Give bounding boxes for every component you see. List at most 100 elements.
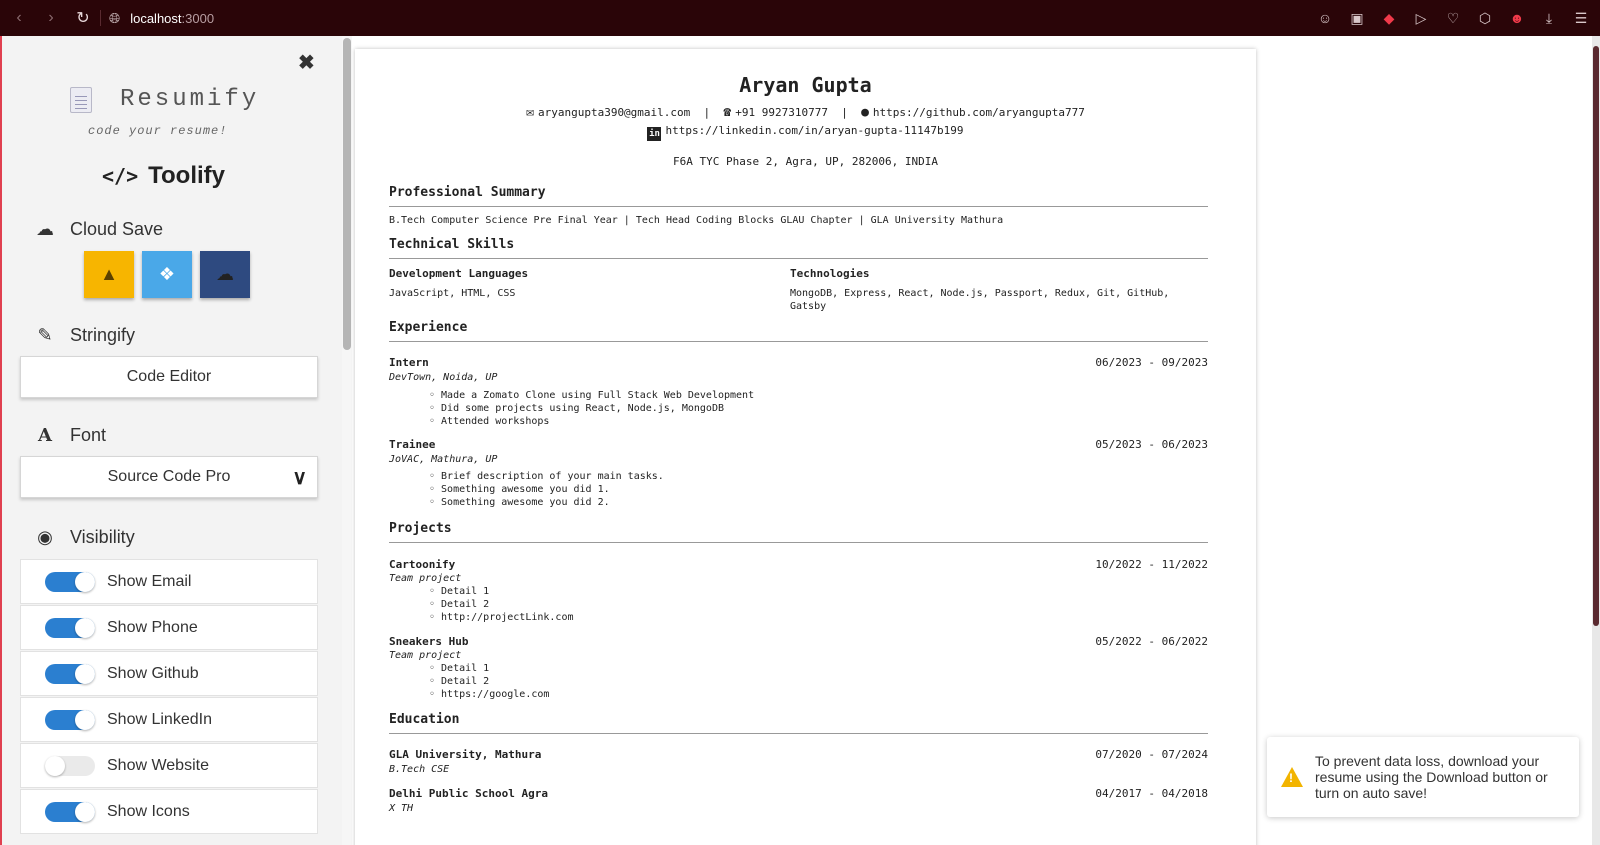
emoji-icon[interactable]: ☺ bbox=[1316, 10, 1334, 26]
heart-icon[interactable]: ♡ bbox=[1444, 10, 1462, 27]
page-scrollbar-thumb[interactable] bbox=[1593, 46, 1599, 626]
show-github-toggle[interactable] bbox=[45, 663, 95, 684]
menu-icon[interactable]: ☰ bbox=[1572, 10, 1590, 27]
list-item: Made a Zomato Clone using Full Stack Web… bbox=[429, 389, 754, 402]
data-loss-toast[interactable]: To prevent data loss, download your resu… bbox=[1267, 737, 1579, 817]
list-item: Something awesome you did 2. bbox=[429, 496, 664, 509]
toggle-label: Show LinkedIn bbox=[107, 710, 212, 728]
tagline: code your resume! bbox=[88, 124, 228, 138]
project-name: Cartoonify bbox=[389, 558, 456, 571]
camera-icon[interactable]: ▣ bbox=[1348, 10, 1366, 27]
list-item: Detail 2 bbox=[429, 675, 549, 688]
skill-heading: Technologies bbox=[790, 267, 870, 280]
brand: Resumify bbox=[70, 86, 259, 113]
toggle-knob bbox=[75, 571, 95, 592]
section-title-skills: Technical Skills bbox=[389, 237, 1208, 259]
toggle-label: Show Email bbox=[107, 572, 192, 590]
visibility-label: Visibility bbox=[70, 527, 135, 547]
resume-name: Aryan Gupta bbox=[739, 73, 872, 97]
list-item: Something awesome you did 1. bbox=[429, 483, 664, 496]
experience-points: Made a Zomato Clone using Full Stack Web… bbox=[429, 389, 754, 428]
font-icon: A bbox=[38, 425, 52, 446]
section-title-projects: Projects bbox=[389, 521, 1208, 543]
reload-icon[interactable]: ↻ bbox=[74, 8, 92, 28]
experience-dates: 05/2023 - 06/2023 bbox=[1095, 438, 1208, 451]
show-email-toggle[interactable] bbox=[45, 571, 95, 592]
cloud-buttons: ▲ ❖ ☁ bbox=[84, 251, 250, 298]
eye-icon: ◉ bbox=[37, 527, 53, 547]
phone-icon: ☎ bbox=[723, 105, 732, 120]
project-points: Detail 1 Detail 2 http://projectLink.com bbox=[429, 585, 573, 624]
education-school: Delhi Public School Agra bbox=[389, 787, 548, 800]
profile-icon[interactable]: ☻ bbox=[1508, 10, 1526, 26]
brand-name: Resumify bbox=[120, 86, 260, 113]
browser-toolbar: ‹ › ↻ 🌐︎ localhost:3000 ☺ ▣ ◆ ▷ ♡ ⬡ ☻ ⤓ … bbox=[0, 0, 1600, 36]
font-select[interactable]: Source Code Pro ∨ bbox=[20, 456, 318, 498]
show-phone-toggle[interactable] bbox=[45, 617, 95, 638]
download-icon[interactable]: ⤓ bbox=[1540, 10, 1558, 27]
list-item[interactable]: https://google.com bbox=[429, 688, 549, 701]
cube-icon[interactable]: ⬡ bbox=[1476, 10, 1494, 27]
font-label: Font bbox=[70, 425, 107, 445]
show-icons-toggle[interactable] bbox=[45, 801, 95, 822]
globe-icon: 🌐︎ bbox=[109, 9, 121, 26]
toggle-knob bbox=[75, 663, 95, 684]
resume-email[interactable]: aryangupta390@gmail.com bbox=[538, 106, 690, 119]
code-icon: </> bbox=[102, 164, 139, 188]
resume-preview: Aryan Gupta ✉ aryangupta390@gmail.com | ☎… bbox=[355, 49, 1256, 845]
cloud-save-label: Cloud Save bbox=[70, 219, 164, 239]
list-item: Detail 1 bbox=[429, 585, 573, 598]
page-scrollbar[interactable] bbox=[1592, 36, 1600, 845]
envelope-icon: ✉ bbox=[526, 105, 534, 120]
list-item: Attended workshops bbox=[429, 415, 754, 428]
resume-linkedin[interactable]: https://linkedin.com/in/aryan-gupta-1114… bbox=[665, 124, 963, 137]
chevron-down-icon: ∨ bbox=[292, 467, 307, 489]
close-icon[interactable]: ✖ bbox=[298, 50, 315, 75]
toggle-row-icons: Show Icons bbox=[20, 789, 318, 834]
toggle-row-email: Show Email bbox=[20, 559, 318, 604]
section-title-experience: Experience bbox=[389, 320, 1208, 342]
toggle-knob bbox=[75, 709, 95, 730]
list-item[interactable]: http://projectLink.com bbox=[429, 611, 573, 624]
google-drive-button[interactable]: ▲ bbox=[84, 251, 134, 298]
warning-icon bbox=[1281, 767, 1303, 787]
scrollbar-thumb[interactable] bbox=[343, 38, 351, 350]
toggle-label: Show Phone bbox=[107, 618, 198, 636]
show-website-toggle[interactable] bbox=[45, 755, 95, 776]
cloud-button[interactable]: ☁ bbox=[200, 251, 250, 298]
edit-icon: ✎ bbox=[37, 325, 53, 345]
toggle-row-phone: Show Phone bbox=[20, 605, 318, 650]
address-bar[interactable]: localhost:3000 bbox=[130, 11, 214, 26]
project-points: Detail 1 Detail 2 https://google.com bbox=[429, 662, 549, 701]
experience-dates: 06/2023 - 09/2023 bbox=[1095, 356, 1208, 369]
experience-org: JoVAC, Mathura, UP bbox=[389, 454, 498, 465]
shield-icon[interactable]: ◆ bbox=[1380, 10, 1398, 27]
show-linkedin-toggle[interactable] bbox=[45, 709, 95, 730]
toggle-label: Show Github bbox=[107, 664, 199, 682]
resume-phone[interactable]: +91 9927310777 bbox=[735, 106, 828, 119]
education-degree: X TH bbox=[389, 803, 414, 814]
send-icon[interactable]: ▷ bbox=[1412, 10, 1430, 27]
section-title-summary: Professional Summary bbox=[389, 185, 1208, 207]
skill-heading: Development Languages bbox=[389, 267, 529, 280]
code-editor-button[interactable]: Code Editor bbox=[20, 356, 318, 398]
toggle-row-github: Show Github bbox=[20, 651, 318, 696]
sidebar-scrollbar[interactable] bbox=[342, 36, 352, 845]
toggle-knob bbox=[45, 755, 65, 776]
dropbox-icon: ❖ bbox=[158, 264, 176, 284]
sidebar: ✖ Resumify code your resume! </> Toolify… bbox=[2, 36, 342, 845]
dropbox-button[interactable]: ❖ bbox=[142, 251, 192, 298]
back-icon[interactable]: ‹ bbox=[10, 9, 28, 27]
toggle-knob bbox=[75, 617, 95, 638]
font-select-value: Source Code Pro bbox=[107, 468, 231, 485]
summary-text: B.Tech Computer Science Pre Final Year |… bbox=[389, 215, 1004, 226]
cloud-upload-icon: ☁ bbox=[36, 219, 54, 239]
cloud-save-heading: ☁ Cloud Save bbox=[34, 219, 163, 240]
stringify-heading: ✎ Stringify bbox=[34, 325, 135, 346]
visibility-heading: ◉ Visibility bbox=[34, 527, 135, 548]
project-name: Sneakers Hub bbox=[389, 635, 469, 648]
list-item: Detail 1 bbox=[429, 662, 549, 675]
experience-role: Trainee bbox=[389, 438, 436, 451]
resume-github[interactable]: https://github.com/aryangupta777 bbox=[873, 106, 1085, 119]
forward-icon[interactable]: › bbox=[42, 9, 60, 27]
